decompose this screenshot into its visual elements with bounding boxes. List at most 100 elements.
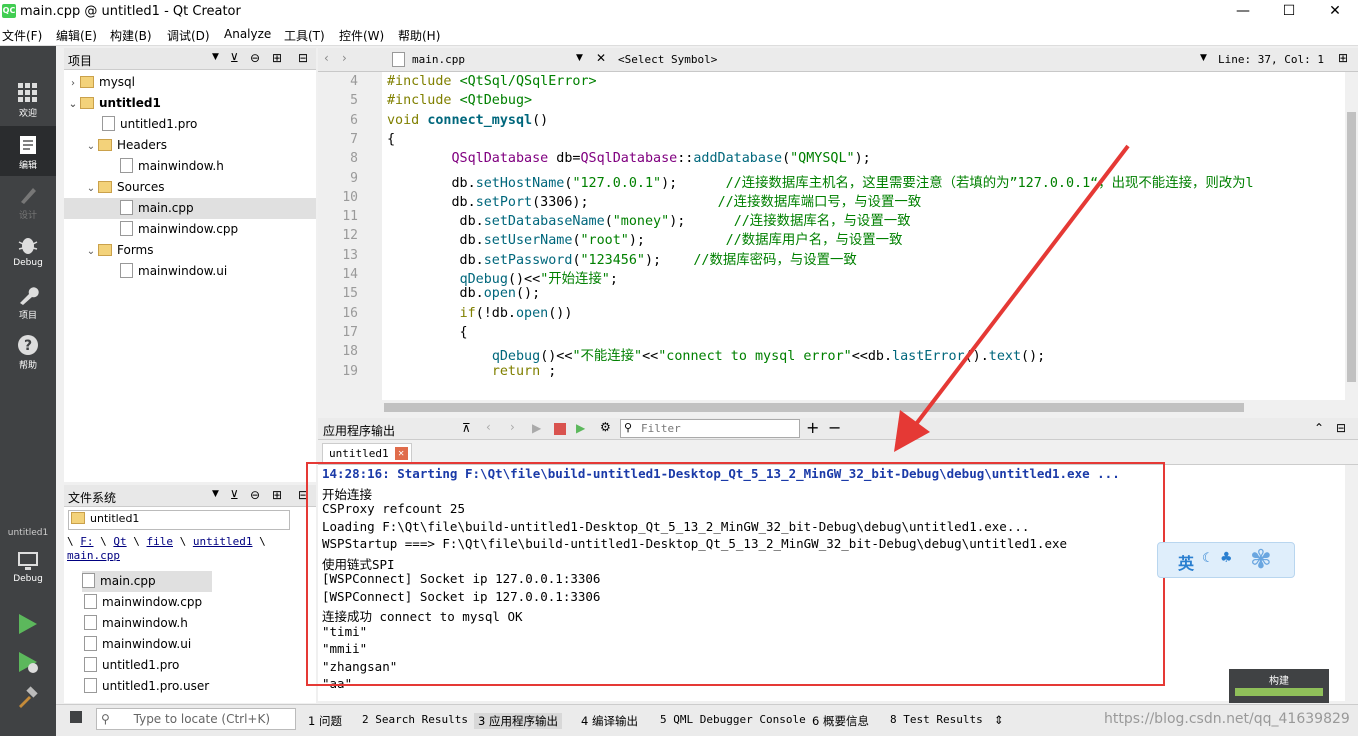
prev-icon[interactable]: ‹ [486, 420, 491, 434]
tree-item-mainwindow-cpp[interactable]: mainwindow.cpp [120, 219, 238, 240]
mode-edit[interactable]: 编辑 [0, 126, 56, 176]
link-icon[interactable]: ⊖ [250, 51, 260, 65]
tree-item-headers[interactable]: ⌄ Headers [84, 135, 167, 156]
tree-arrow[interactable]: ⌄ [84, 241, 98, 262]
tree-item-mainwindow-h[interactable]: mainwindow.h [120, 156, 224, 177]
close-button[interactable]: ✕ [1312, 0, 1358, 24]
locator-input[interactable]: ⚲ Type to locate (Ctrl+K) [96, 708, 296, 730]
menu-help[interactable]: 帮助(H) [398, 27, 440, 44]
rerun-icon[interactable]: ▶ [532, 421, 541, 435]
tree-arrow[interactable]: ⌄ [66, 94, 80, 115]
split-icon[interactable]: ⊞ [272, 51, 282, 65]
breadcrumb-qt[interactable]: Qt [113, 535, 126, 548]
attach-icon[interactable]: ⊼ [462, 421, 471, 435]
panel-dropdown-icon[interactable]: ▼ [212, 52, 219, 62]
code-line[interactable]: if(!db.open()) [387, 306, 573, 321]
stop-icon[interactable] [554, 423, 566, 435]
close-document-icon[interactable]: ✕ [596, 51, 606, 65]
menu-debug[interactable]: 调试(D) [167, 27, 210, 44]
editor-horizontal-scrollbar[interactable] [318, 400, 1358, 415]
code-line[interactable]: return ; [387, 364, 557, 379]
menu-analyze[interactable]: Analyze [224, 27, 271, 41]
close-panel-icon[interactable]: ⊟ [298, 51, 308, 65]
code-line[interactable]: void connect_mysql() [387, 113, 548, 128]
fs-item-mainwindow-h[interactable]: mainwindow.h [84, 613, 188, 634]
back-icon[interactable]: ‹ [324, 51, 329, 65]
pane-tab-issues[interactable]: 1 问题 [308, 713, 342, 729]
symbol-dropdown-icon[interactable]: ▼ [1200, 53, 1207, 63]
hammer-icon[interactable] [16, 686, 40, 710]
fs-item-untitled1-pro[interactable]: untitled1.pro [84, 655, 179, 676]
fs-item-mainwindow-cpp[interactable]: mainwindow.cpp [84, 592, 202, 613]
code-line[interactable]: db.open(); [387, 286, 541, 301]
tree-item-forms[interactable]: ⌄ Forms [84, 240, 154, 262]
code-line[interactable]: db.setPort(3306); //连接数据库端口号，与设置一致 [387, 190, 921, 210]
maximize-pane-icon[interactable]: ⌃ [1314, 421, 1324, 435]
mode-design[interactable]: 设计 [0, 176, 56, 226]
symbol-combo[interactable]: <Select Symbol> [618, 53, 717, 66]
link-icon[interactable]: ⊖ [250, 488, 260, 502]
mode-debug[interactable]: Debug [0, 226, 56, 276]
menu-tools[interactable]: 工具(T) [284, 27, 325, 44]
pane-tab-test-results[interactable]: 8 Test Results [890, 713, 983, 726]
menu-widgets[interactable]: 控件(W) [339, 27, 384, 44]
zoom-out-icon[interactable]: − [828, 418, 841, 437]
toggle-sidebar-icon[interactable] [70, 711, 82, 723]
fs-item-main-cpp[interactable]: main.cpp [82, 571, 212, 592]
kit-selector[interactable]: Debug [0, 542, 56, 594]
tree-arrow[interactable]: ⌄ [84, 136, 98, 157]
code-line[interactable]: db.setDatabaseName("money"); //连接数据库名，与设… [387, 209, 911, 229]
mode-projects[interactable]: 项目 [0, 276, 56, 326]
debug-icon[interactable]: ▶ [576, 421, 585, 435]
tree-arrow[interactable]: › [66, 73, 80, 94]
panel-dropdown-icon[interactable]: ▼ [212, 489, 219, 499]
forward-icon[interactable]: › [342, 51, 347, 65]
tree-item-untitled1[interactable]: ⌄ untitled1 [66, 93, 316, 114]
pane-tab-application-output[interactable]: 3 应用程序输出 [474, 713, 562, 729]
tree-item-mainwindow-ui[interactable]: mainwindow.ui [120, 261, 227, 282]
code-line[interactable]: qDebug()<<"开始连接"; [387, 267, 618, 287]
close-tab-icon[interactable]: ✕ [394, 447, 408, 460]
mode-welcome[interactable]: 欢迎 [0, 74, 56, 124]
breadcrumb-drive[interactable]: F: [80, 535, 93, 548]
zoom-in-icon[interactable]: + [806, 418, 819, 437]
menu-file[interactable]: 文件(F) [2, 27, 42, 44]
fs-item-mainwindow-ui[interactable]: mainwindow.ui [84, 634, 191, 655]
ime-toolbar[interactable]: 英 ☾ ♣ ✾ [1157, 542, 1295, 578]
filter-icon[interactable]: ⊻ [230, 51, 239, 65]
code-editor[interactable]: #include <QtSql/QSqlError> #include <QtDe… [318, 72, 1345, 400]
breadcrumb-main-cpp[interactable]: main.cpp [67, 549, 120, 562]
minimize-button[interactable]: — [1220, 0, 1266, 24]
editor-vertical-scrollbar[interactable] [1345, 72, 1358, 400]
tree-item-mysql[interactable]: › mysql [66, 72, 316, 93]
debug-run-icon[interactable] [16, 650, 40, 674]
breadcrumb-file[interactable]: file [147, 535, 174, 548]
menu-edit[interactable]: 编辑(E) [56, 27, 97, 44]
cursor-position[interactable]: Line: 37, Col: 1 [1218, 53, 1324, 66]
pane-tab-qml-console[interactable]: 5 QML Debugger Console [660, 713, 806, 726]
settings-icon[interactable]: ⚙ [600, 420, 611, 434]
pane-tab-compile-output[interactable]: 4 编译输出 [581, 713, 638, 729]
tree-arrow[interactable]: ⌄ [84, 178, 98, 199]
scrollbar-thumb[interactable] [1347, 112, 1356, 382]
output-vertical-scrollbar[interactable] [1345, 465, 1358, 701]
code-line[interactable]: #include <QtSql/QSqlError> [387, 74, 597, 89]
run-icon[interactable] [16, 612, 40, 636]
code-line[interactable]: db.setPassword("123456"); //数据库密码，与设置一致 [387, 248, 857, 268]
tree-item-sources[interactable]: ⌄ Sources [84, 177, 165, 199]
pane-tab-general-messages[interactable]: 6 概要信息 [812, 713, 869, 729]
code-line[interactable]: #include <QtDebug> [387, 93, 532, 108]
tree-item-main-cpp[interactable]: main.cpp [64, 198, 316, 219]
split-editor-icon[interactable]: ⊞ [1338, 51, 1348, 65]
filter-icon[interactable]: ⊻ [230, 488, 239, 502]
close-pane-icon[interactable]: ⊟ [1336, 421, 1346, 435]
filesystem-root-combo[interactable]: untitled1 [68, 510, 290, 530]
pane-tab-search-results[interactable]: 2 Search Results [362, 713, 468, 726]
code-line[interactable]: db.setUserName("root"); //数据库用户名，与设置一致 [387, 228, 903, 248]
breadcrumb-untitled1[interactable]: untitled1 [193, 535, 253, 548]
menu-build[interactable]: 构建(B) [110, 27, 152, 44]
next-icon[interactable]: › [510, 420, 515, 434]
code-line[interactable]: QSqlDatabase db=QSqlDatabase::addDatabas… [387, 151, 871, 166]
code-line[interactable]: { [387, 325, 468, 340]
filter-input[interactable]: ⚲ Filter [620, 419, 800, 438]
